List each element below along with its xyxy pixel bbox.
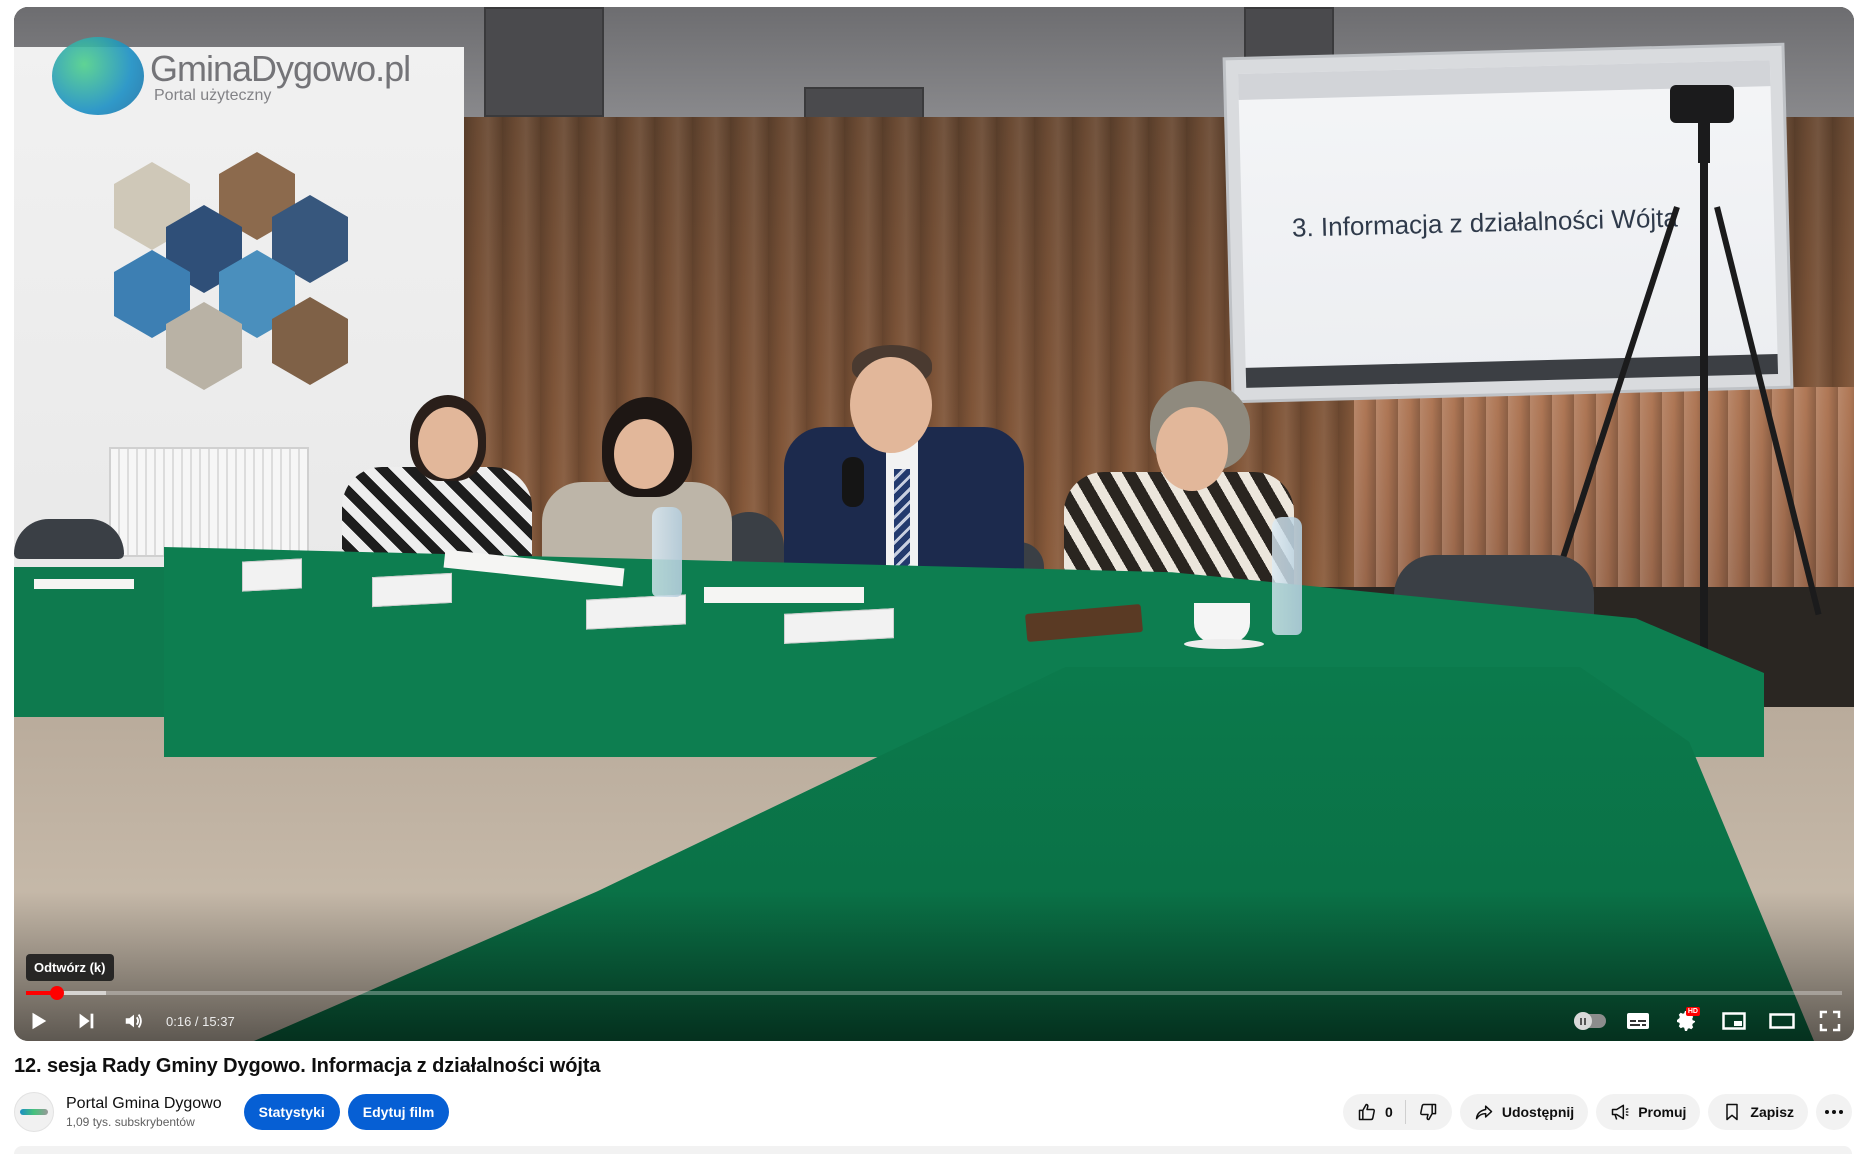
- miniplayer-button[interactable]: [1710, 1001, 1758, 1041]
- theater-mode-icon: [1769, 1013, 1795, 1029]
- nameplate: [586, 594, 686, 630]
- radiator: [109, 447, 309, 557]
- channel-watermark-logo: GminaDygowo.pl Portal użyteczny: [52, 37, 472, 127]
- player-controls: 0:16 / 15:37 HD: [14, 1001, 1854, 1041]
- subscriber-count: 1,09 tys. subskrybentów: [66, 1115, 195, 1129]
- edit-video-button[interactable]: Edytuj film: [347, 1094, 450, 1130]
- like-button[interactable]: 0: [1343, 1094, 1405, 1130]
- promote-label: Promuj: [1638, 1104, 1687, 1120]
- water-bottle: [1272, 517, 1302, 635]
- mute-button[interactable]: [110, 1001, 158, 1041]
- progress-scrubber[interactable]: [49, 986, 64, 1000]
- projected-slide-text: 3. Informacja z działalności Wójta: [1291, 202, 1679, 243]
- nameplate: [784, 608, 894, 644]
- more-horizontal-icon: [1825, 1110, 1843, 1114]
- globe-logo-icon: [52, 37, 144, 115]
- channel-name[interactable]: Portal Gmina Dygowo: [66, 1094, 222, 1114]
- hd-badge: HD: [1685, 1007, 1700, 1016]
- watermark-subtitle: Portal użyteczny: [154, 87, 272, 104]
- coffee-cup: [1194, 603, 1250, 643]
- miniplayer-icon: [1722, 1012, 1746, 1030]
- thumbs-up-icon: [1358, 1103, 1376, 1121]
- nameplate: [372, 572, 452, 608]
- channel-logo-icon: [20, 1109, 48, 1115]
- statistics-button[interactable]: Statystyki: [243, 1094, 340, 1130]
- progress-bar[interactable]: [26, 986, 1842, 1000]
- more-actions-button[interactable]: [1816, 1094, 1852, 1130]
- next-icon: [79, 1013, 94, 1029]
- bookmark-icon: [1726, 1103, 1739, 1121]
- like-count: 0: [1385, 1104, 1393, 1120]
- video-player[interactable]: 3. Informacja z działalności Wójta Gmina…: [14, 7, 1854, 1041]
- subtitles-button[interactable]: [1614, 1001, 1662, 1041]
- fullscreen-icon: [1819, 1010, 1841, 1032]
- save-button[interactable]: Zapisz: [1708, 1094, 1808, 1130]
- thumbs-down-icon: [1419, 1103, 1437, 1121]
- pause-knob-icon: [1574, 1012, 1592, 1030]
- share-label: Udostępnij: [1501, 1104, 1575, 1120]
- video-title: 12. sesja Rady Gminy Dygowo. Informacja …: [14, 1055, 601, 1077]
- video-info-row: Portal Gmina Dygowo 1,09 tys. subskryben…: [14, 1090, 1852, 1134]
- settings-button[interactable]: HD: [1662, 1001, 1710, 1041]
- megaphone-icon: [1611, 1104, 1629, 1120]
- share-button[interactable]: Udostępnij: [1459, 1094, 1589, 1130]
- water-bottle: [652, 507, 682, 597]
- share-icon: [1475, 1105, 1493, 1120]
- theater-mode-button[interactable]: [1758, 1001, 1806, 1041]
- play-icon: [32, 1012, 47, 1030]
- volume-icon: [125, 1014, 142, 1028]
- description-box-top: [14, 1146, 1852, 1154]
- promote-button[interactable]: Promuj: [1596, 1094, 1701, 1130]
- channel-avatar[interactable]: [14, 1092, 54, 1132]
- nameplate: [242, 558, 302, 592]
- play-tooltip: Odtwórz (k): [26, 954, 114, 981]
- subtitles-icon: [1627, 1013, 1649, 1029]
- like-dislike-group: 0: [1343, 1094, 1452, 1130]
- play-button[interactable]: [14, 1001, 62, 1041]
- watermark-title: GminaDygowo.pl: [150, 48, 411, 89]
- channel-block: Portal Gmina Dygowo 1,09 tys. subskryben…: [14, 1092, 450, 1132]
- fullscreen-button[interactable]: [1806, 1001, 1854, 1041]
- video-frame[interactable]: 3. Informacja z działalności Wójta: [14, 7, 1854, 1041]
- save-label: Zapisz: [1750, 1104, 1794, 1120]
- table-left: [14, 567, 174, 717]
- time-display: 0:16 / 15:37: [166, 1013, 235, 1029]
- next-button[interactable]: [62, 1001, 110, 1041]
- video-actions: 0 Udostępnij Promuj Zapisz: [1335, 1094, 1852, 1130]
- dislike-button[interactable]: [1406, 1094, 1452, 1130]
- autoplay-toggle[interactable]: [1566, 1001, 1614, 1041]
